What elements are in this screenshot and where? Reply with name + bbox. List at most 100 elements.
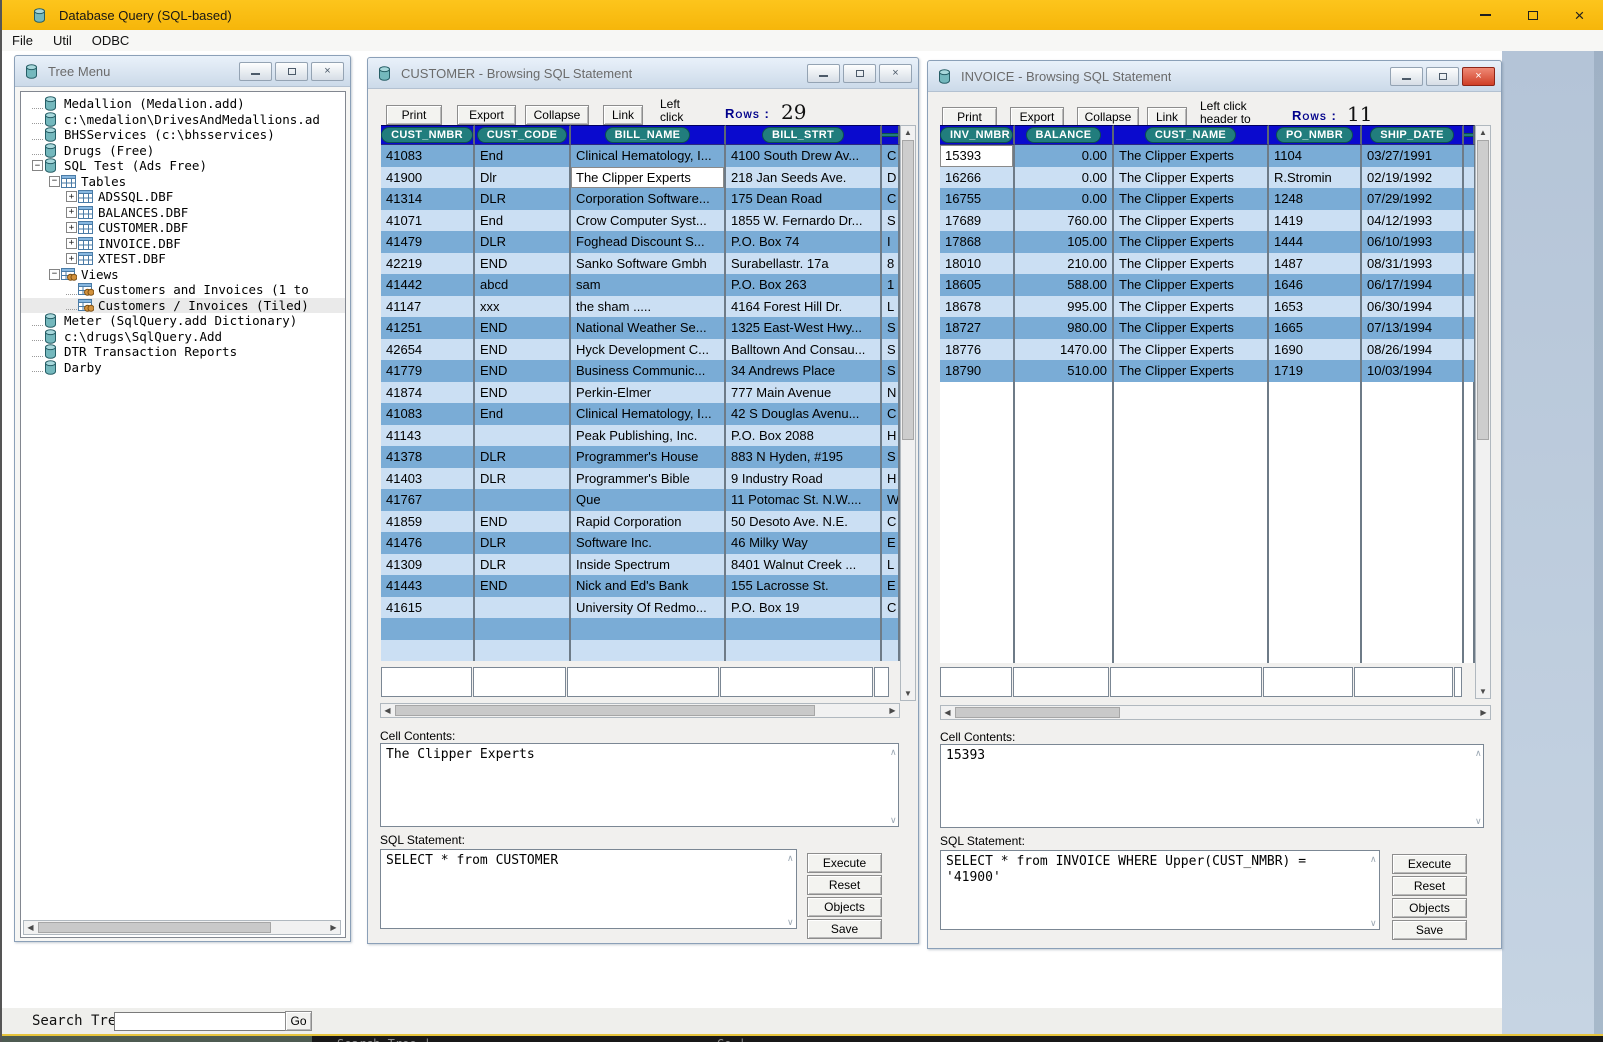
- grid-cell[interactable]: 155 Lacrosse St.: [726, 575, 882, 597]
- grid-cell[interactable]: P.O. Box 19: [726, 597, 882, 619]
- close-icon[interactable]: ×: [311, 62, 344, 81]
- grid-footer-cell[interactable]: [940, 667, 1012, 697]
- grid-cell[interactable]: R.Stromin: [1269, 167, 1362, 189]
- grid-cell[interactable]: 41251: [381, 317, 475, 339]
- column-header-partial[interactable]: [1464, 125, 1475, 145]
- grid-cell[interactable]: DLR: [475, 231, 571, 253]
- tree-item[interactable]: Medallion (Medalion.add): [21, 96, 345, 112]
- grid-cell[interactable]: 07/29/1992: [1362, 188, 1464, 210]
- grid-cell[interactable]: H: [882, 468, 900, 490]
- grid-cell[interactable]: 1470.00: [1015, 339, 1114, 361]
- grid-cell[interactable]: 1653: [1269, 296, 1362, 318]
- grid-cell[interactable]: 06/17/1994: [1362, 274, 1464, 296]
- export-button[interactable]: Export: [457, 105, 516, 125]
- grid-cell[interactable]: END: [475, 317, 571, 339]
- grid-cell[interactable]: 41378: [381, 446, 475, 468]
- grid-cell[interactable]: [571, 640, 726, 662]
- tree-item[interactable]: BHSServices (c:\bhsservices): [21, 127, 345, 143]
- scroll-down-arrow[interactable]: ▼: [1476, 685, 1490, 698]
- grid-cell[interactable]: END: [475, 511, 571, 533]
- grid-cell[interactable]: 0.00: [1015, 167, 1114, 189]
- grid-cell[interactable]: DLR: [475, 468, 571, 490]
- grid-cell[interactable]: END: [475, 360, 571, 382]
- grid-cell[interactable]: 42 S Douglas Avenu...: [726, 403, 882, 425]
- grid-cell[interactable]: Dlr: [475, 167, 571, 189]
- grid-cell[interactable]: Surabellastr. 17a: [726, 253, 882, 275]
- grid-cell[interactable]: C: [882, 403, 900, 425]
- grid-cell[interactable]: 8401 Walnut Creek ...: [726, 554, 882, 576]
- scrollbar-thumb[interactable]: [1477, 140, 1489, 440]
- grid-cell[interactable]: L: [882, 296, 900, 318]
- customer-sql-input[interactable]: SELECT * from CUSTOMER: [380, 849, 797, 929]
- grid-cell[interactable]: Crow Computer Syst...: [571, 210, 726, 232]
- grid-cell[interactable]: 510.00: [1015, 360, 1114, 382]
- grid-cell[interactable]: [475, 640, 571, 662]
- grid-cell[interactable]: 1104: [1269, 145, 1362, 167]
- grid-cell[interactable]: 41767: [381, 489, 475, 511]
- grid-cell[interactable]: [475, 425, 571, 447]
- grid-cell[interactable]: P.O. Box 74: [726, 231, 882, 253]
- tree-expander-minus-icon[interactable]: −: [49, 176, 60, 187]
- scroll-left-arrow[interactable]: ◀: [24, 921, 37, 934]
- grid-cell[interactable]: The Clipper Experts: [1114, 231, 1269, 253]
- grid-cell[interactable]: 41083: [381, 145, 475, 167]
- grid-footer-cell[interactable]: [567, 667, 719, 697]
- tree-item[interactable]: Customers / Invoices (Tiled): [21, 298, 345, 314]
- maximize-button[interactable]: [843, 64, 876, 83]
- grid-cell[interactable]: The Clipper Experts: [1114, 188, 1269, 210]
- tree-expander-minus-icon[interactable]: −: [49, 269, 60, 280]
- grid-cell[interactable]: sam: [571, 274, 726, 296]
- grid-footer-cell[interactable]: [381, 667, 472, 697]
- grid-footer-cell[interactable]: [1354, 667, 1453, 697]
- grid-cell[interactable]: 588.00: [1015, 274, 1114, 296]
- grid-cell[interactable]: I: [882, 231, 900, 253]
- grid-cell[interactable]: 41615: [381, 597, 475, 619]
- grid-cell[interactable]: L: [882, 554, 900, 576]
- grid-cell[interactable]: National Weather Se...: [571, 317, 726, 339]
- tree-item[interactable]: c:\medalion\DrivesAndMedallions.ad: [21, 112, 345, 128]
- scroll-up-arrow[interactable]: ▲: [1476, 126, 1490, 139]
- grid-footer-cell[interactable]: [720, 667, 873, 697]
- scroll-up-arrow[interactable]: ▲: [901, 126, 915, 139]
- tree-expander-plus-icon[interactable]: +: [66, 207, 77, 218]
- grid-cell[interactable]: Sanko Software Gmbh: [571, 253, 726, 275]
- app-close-button[interactable]: ×: [1556, 0, 1603, 30]
- column-header-SHIP_DATE[interactable]: SHIP_DATE: [1362, 125, 1464, 145]
- reset-button[interactable]: Reset: [807, 875, 882, 895]
- scrollbar-thumb[interactable]: [38, 922, 271, 933]
- grid-footer-cell[interactable]: [1454, 667, 1462, 697]
- grid-cell[interactable]: 1487: [1269, 253, 1362, 275]
- grid-cell[interactable]: 41147: [381, 296, 475, 318]
- column-header-partial[interactable]: [882, 125, 900, 145]
- grid-cell[interactable]: 41314: [381, 188, 475, 210]
- grid-cell[interactable]: [475, 618, 571, 640]
- grid-cell[interactable]: [475, 489, 571, 511]
- collapse-button[interactable]: Collapse: [1077, 107, 1139, 127]
- grid-cell[interactable]: DLR: [475, 532, 571, 554]
- maximize-button[interactable]: [275, 62, 308, 81]
- grid-cell[interactable]: N: [882, 382, 900, 404]
- grid-cell[interactable]: S: [882, 360, 900, 382]
- scroll-right-arrow[interactable]: ▶: [886, 704, 899, 717]
- grid-footer-cell[interactable]: [874, 667, 889, 697]
- grid-cell[interactable]: Business Communic...: [571, 360, 726, 382]
- search-tree-input[interactable]: [114, 1012, 286, 1031]
- grid-footer-cell[interactable]: [1013, 667, 1109, 697]
- grid-footer-cell[interactable]: [1110, 667, 1262, 697]
- grid-cell[interactable]: Foghead Discount S...: [571, 231, 726, 253]
- grid-cell[interactable]: 210.00: [1015, 253, 1114, 275]
- scroll-right-arrow[interactable]: ▶: [1477, 706, 1490, 719]
- reset-button[interactable]: Reset: [1392, 876, 1467, 896]
- tree-item[interactable]: DTR Transaction Reports: [21, 344, 345, 360]
- grid-cell[interactable]: The Clipper Experts: [1114, 253, 1269, 275]
- tree-expander-plus-icon[interactable]: +: [66, 238, 77, 249]
- tree-item[interactable]: Customers and Invoices (1 to: [21, 282, 345, 298]
- grid-cell[interactable]: 06/10/1993: [1362, 231, 1464, 253]
- grid-cell[interactable]: 41479: [381, 231, 475, 253]
- grid-cell[interactable]: 16266: [940, 167, 1015, 189]
- grid-cell[interactable]: 883 N Hyden, #195: [726, 446, 882, 468]
- tree-item[interactable]: Drugs (Free): [21, 143, 345, 159]
- grid-cell[interactable]: Balltown And Consau...: [726, 339, 882, 361]
- grid-cell[interactable]: 18010: [940, 253, 1015, 275]
- grid-cell[interactable]: 15393: [940, 145, 1015, 167]
